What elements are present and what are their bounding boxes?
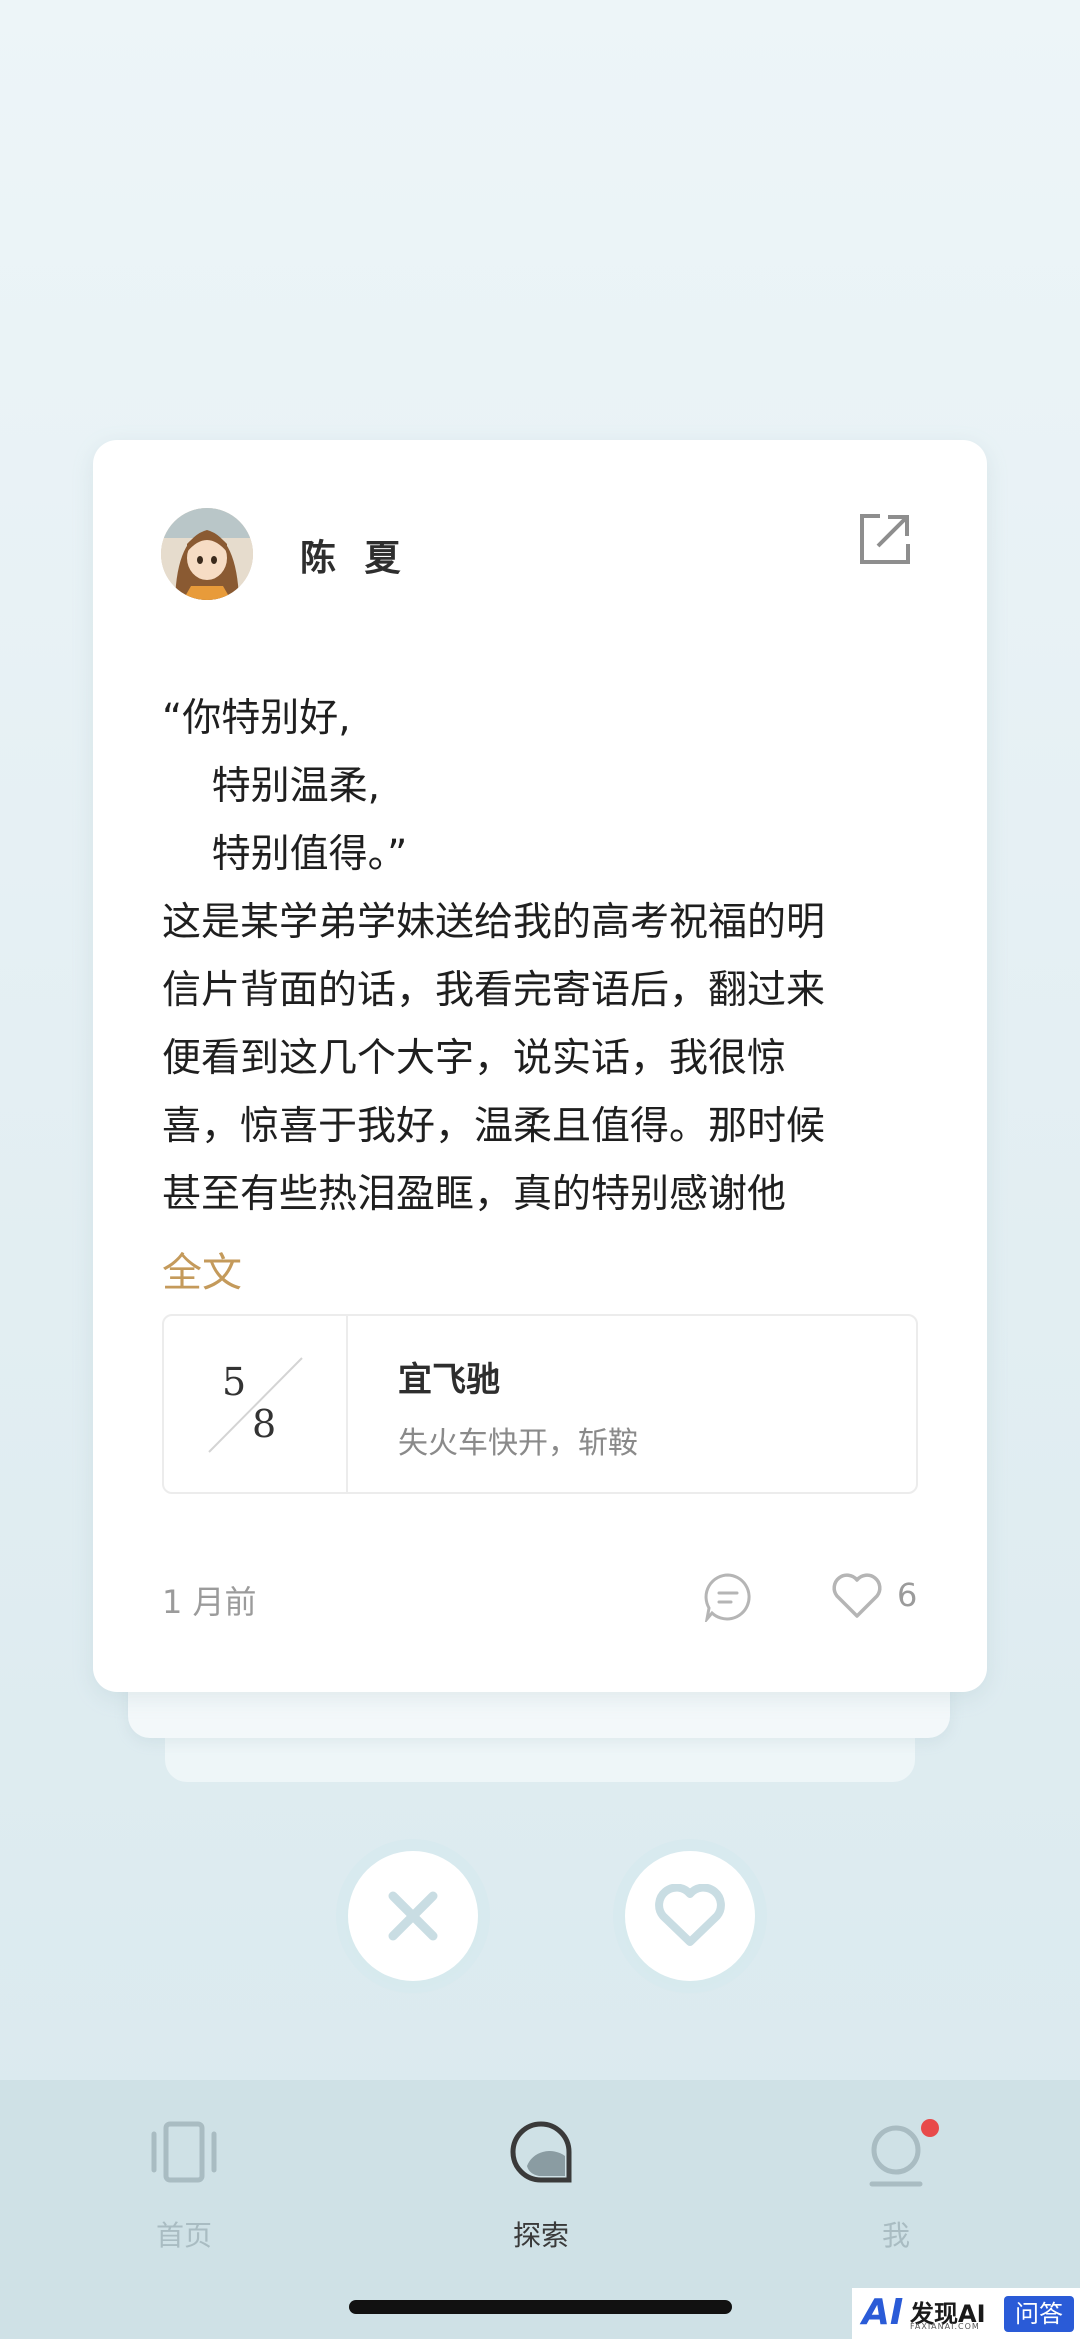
profile-icon: [869, 2119, 939, 2187]
content-line: 特别值得。”: [162, 832, 408, 877]
like-count: 6: [897, 1576, 918, 1614]
explore-icon: [510, 2121, 572, 2183]
dislike-button[interactable]: [348, 1851, 478, 1981]
heart-icon: [655, 1884, 725, 1946]
watermark-subtext: FAXIANAI.COM: [910, 2322, 980, 2331]
tab-label: 探索: [512, 2219, 569, 2252]
content-line: 这是某学弟学妹送给我的高考祝福的明: [162, 900, 826, 945]
post-card[interactable]: 陈 夏 “你特别好, 特别温柔, 特别值得。” 这是某学弟学妹送给我的高考祝福的…: [93, 440, 987, 1692]
song-subtitle: 失火车快开，斩鞍: [398, 1426, 638, 1461]
post-content[interactable]: “你特别好, 特别温柔, 特别值得。” 这是某学弟学妹送给我的高考祝福的明 信片…: [162, 685, 922, 1229]
full-text-link[interactable]: 全文: [162, 1240, 242, 1298]
cover-numerator: 5: [222, 1360, 247, 1404]
tab-me[interactable]: 我: [816, 2116, 976, 2266]
close-icon: [388, 1891, 438, 1941]
content-line: “你特别好,: [162, 696, 351, 741]
comment-icon[interactable]: [703, 1572, 753, 1625]
tab-explore[interactable]: 探索: [461, 2116, 621, 2266]
author-avatar[interactable]: [161, 508, 253, 600]
song-title: 宜飞驰: [398, 1360, 500, 1400]
music-card[interactable]: 5 8 宜飞驰 失火车快开，斩鞍: [162, 1314, 918, 1494]
tab-label: 首页: [155, 2219, 212, 2252]
watermark-ai: AI: [862, 2292, 904, 2333]
music-cover: 5 8: [164, 1316, 348, 1492]
heart-icon[interactable]: [831, 1572, 883, 1620]
home-icon: [151, 2121, 217, 2183]
tab-home[interactable]: 首页: [104, 2116, 264, 2266]
notification-badge: [921, 2119, 939, 2137]
like-button[interactable]: [625, 1851, 755, 1981]
content-line: 喜，惊喜于我好，温柔且值得。那时候: [162, 1104, 826, 1149]
watermark-badge: 问答: [1004, 2296, 1074, 2332]
content-line: 特别温柔,: [162, 764, 380, 809]
content-line: 甚至有些热泪盈眶，真的特别感谢他: [162, 1172, 787, 1217]
content-line: 信片背面的话，我看完寄语后，翻过来: [162, 968, 826, 1013]
home-indicator: [349, 2300, 732, 2314]
cover-denominator: 8: [252, 1402, 277, 1446]
tab-label: 我: [881, 2219, 910, 2252]
post-time: 1 月前: [162, 1583, 257, 1621]
content-line: 便看到这几个大字，说实话，我很惊: [162, 1036, 787, 1081]
author-name[interactable]: 陈 夏: [300, 529, 409, 581]
share-icon[interactable]: [856, 510, 914, 568]
watermark-logo: AI 发现AI FAXIANAI.COM 问答: [852, 2288, 1080, 2339]
